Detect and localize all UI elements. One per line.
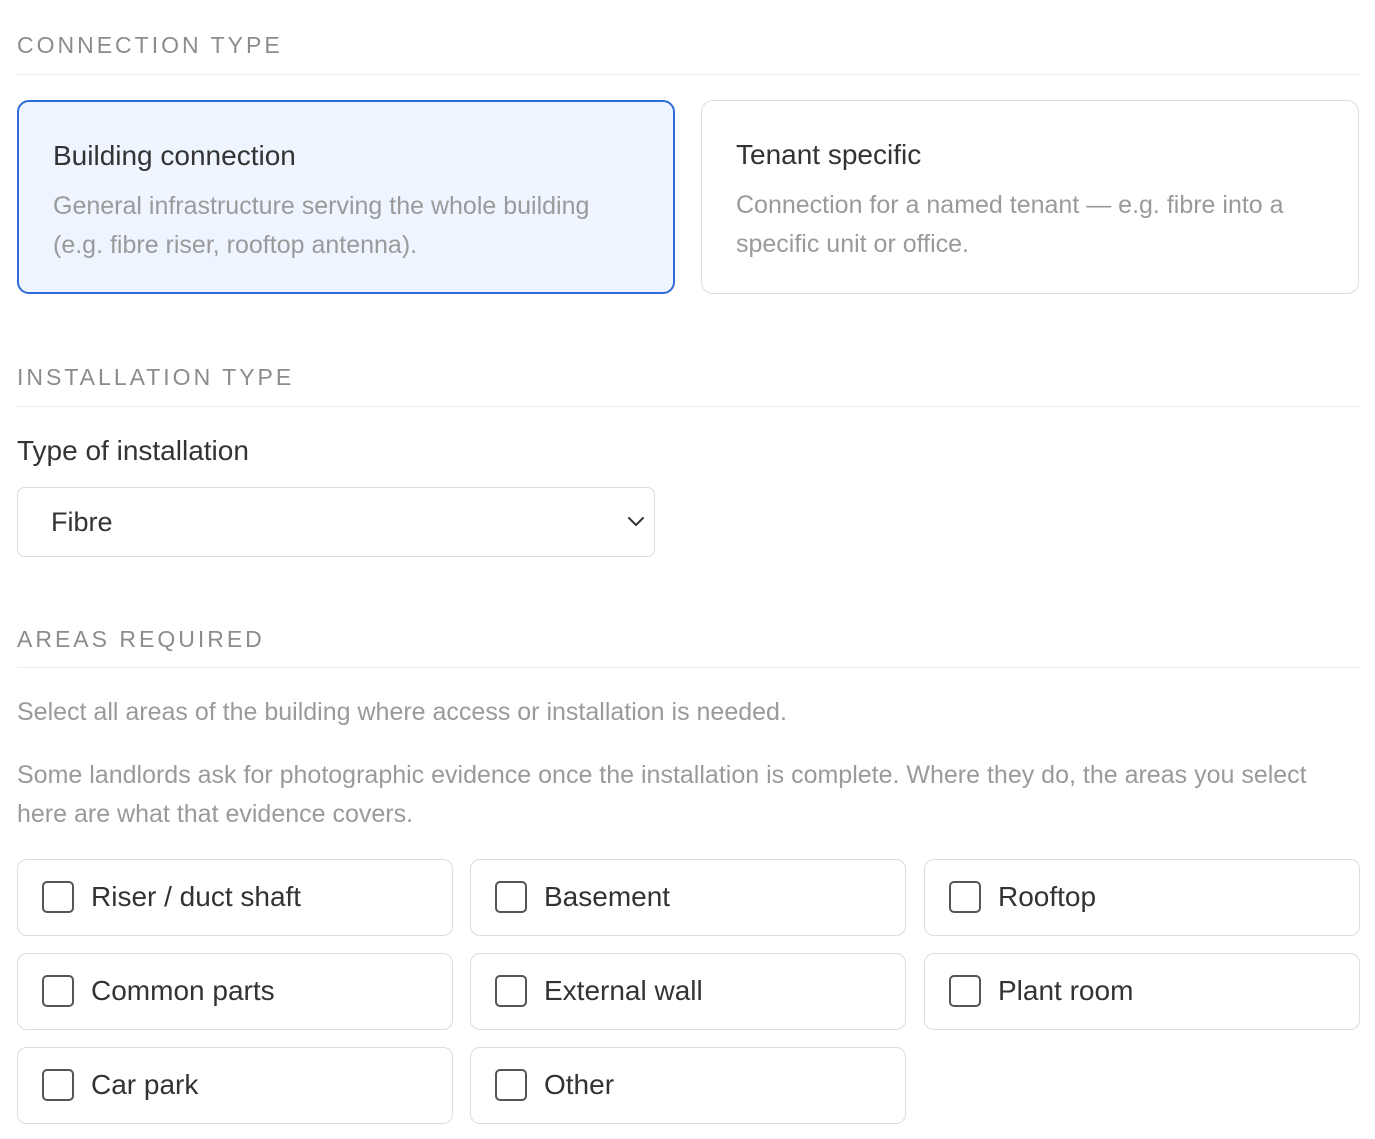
checkbox[interactable] bbox=[495, 881, 527, 913]
card-title: Tenant specific bbox=[736, 139, 922, 170]
checkbox[interactable] bbox=[42, 1069, 74, 1101]
chevron-down-icon bbox=[628, 517, 644, 526]
area-option-rooftop[interactable]: Rooftop bbox=[924, 859, 1360, 936]
connection-type-heading: CONNECTION TYPE bbox=[17, 32, 283, 58]
area-option-label: Other bbox=[544, 1069, 615, 1100]
area-option-label: Basement bbox=[544, 881, 671, 912]
area-option-label: Plant room bbox=[998, 975, 1134, 1006]
area-option-plant-room[interactable]: Plant room bbox=[924, 953, 1360, 1030]
building-connection-card[interactable]: Building connection General infrastructu… bbox=[17, 100, 675, 294]
area-option-common-parts[interactable]: Common parts bbox=[17, 953, 453, 1030]
area-option-label: Rooftop bbox=[998, 881, 1097, 912]
evidence-help-text: Some landlords ask for photographic evid… bbox=[17, 761, 1307, 828]
card-description: General infrastructure serving the whole… bbox=[53, 192, 590, 259]
installation-type-select[interactable]: Fibre bbox=[17, 487, 655, 557]
area-option-label: Common parts bbox=[91, 975, 275, 1006]
area-option-external-wall[interactable]: External wall bbox=[470, 953, 906, 1030]
checkbox[interactable] bbox=[42, 881, 74, 913]
tenant-specific-card[interactable]: Tenant specific Connection for a named t… bbox=[701, 100, 1359, 294]
installation-type-heading: INSTALLATION TYPE bbox=[17, 364, 295, 390]
checkbox[interactable] bbox=[495, 1069, 527, 1101]
installation-type-label: Type of installation bbox=[17, 435, 249, 466]
section-divider bbox=[17, 74, 1360, 75]
checkbox[interactable] bbox=[949, 881, 981, 913]
area-option-label: Riser / duct shaft bbox=[91, 881, 302, 912]
card-title: Building connection bbox=[53, 140, 296, 171]
card-description: Connection for a named tenant — e.g. fib… bbox=[736, 191, 1284, 258]
section-divider bbox=[17, 667, 1360, 668]
area-option-other[interactable]: Other bbox=[470, 1047, 906, 1124]
checkbox[interactable] bbox=[42, 975, 74, 1007]
checkbox[interactable] bbox=[949, 975, 981, 1007]
area-option-label: Car park bbox=[91, 1069, 199, 1100]
area-option-label: External wall bbox=[544, 975, 703, 1006]
checkbox[interactable] bbox=[495, 975, 527, 1007]
area-option-car-park[interactable]: Car park bbox=[17, 1047, 453, 1124]
areas-required-heading: AREAS REQUIRED bbox=[17, 626, 265, 652]
section-divider bbox=[17, 406, 1360, 407]
area-option-basement[interactable]: Basement bbox=[470, 859, 906, 936]
areas-help-text: Select all areas of the building where a… bbox=[17, 698, 787, 726]
area-option-riser-duct-shaft[interactable]: Riser / duct shaft bbox=[17, 859, 453, 936]
select-value: Fibre bbox=[51, 507, 113, 537]
